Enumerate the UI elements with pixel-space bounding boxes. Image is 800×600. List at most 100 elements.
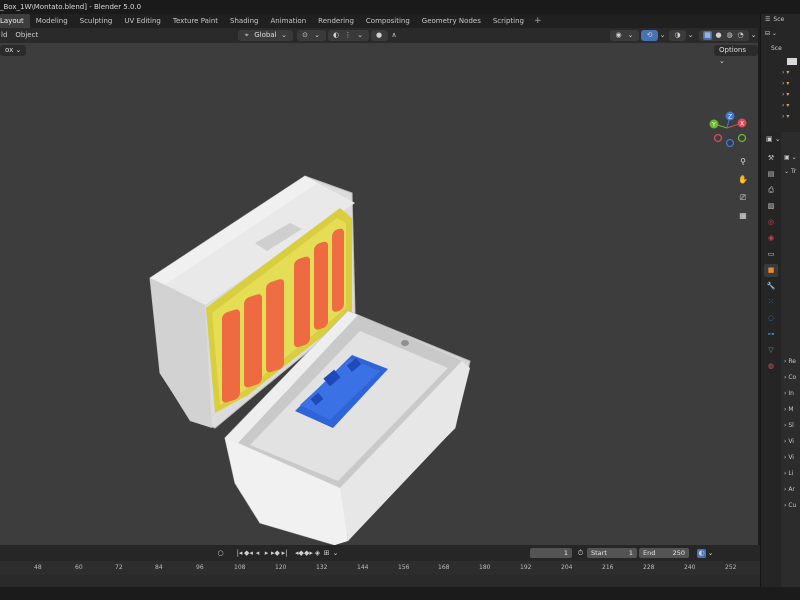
outliner-row[interactable]: › ▾ xyxy=(782,113,789,120)
chevron-down-icon[interactable]: ⌄ xyxy=(686,31,695,40)
stopwatch-icon[interactable]: ⏱ xyxy=(576,549,585,558)
play-reverse-icon[interactable]: ◂ xyxy=(253,549,262,558)
add-menu[interactable]: ld xyxy=(0,30,11,41)
ruler-tick: 84 xyxy=(155,564,163,571)
start-frame-field[interactable]: Start 1 xyxy=(587,548,637,558)
scene-collection-row[interactable]: Sce xyxy=(771,45,782,52)
jump-keyframe-forward-icon[interactable]: ▸◆ xyxy=(271,549,280,558)
3d-viewport[interactable]: ox ⌄ Options ⌄ Z Y X ⚲ ✋ ⎚ ▦ xyxy=(0,43,758,545)
tab-scripting[interactable]: Scripting xyxy=(487,14,530,28)
camera-icon[interactable]: ⎚ xyxy=(736,191,750,205)
prop-section[interactable]: › Li xyxy=(784,470,793,477)
collection-tab-icon[interactable]: ▭ xyxy=(764,248,778,261)
modifier-tab-icon[interactable]: 🔧 xyxy=(764,280,778,293)
outliner-row[interactable]: › ▾ xyxy=(782,80,789,87)
scene-label: Sce xyxy=(773,16,785,23)
object-menu[interactable]: Object xyxy=(11,30,42,41)
transform-orientation-dropdown[interactable]: ⌖ Global ⌄ xyxy=(238,30,293,41)
snap-target-icon: ⋮ xyxy=(344,31,352,39)
tab-layout[interactable]: Layout xyxy=(0,14,30,28)
tab-compositing[interactable]: Compositing xyxy=(360,14,416,28)
overlay-toggle[interactable]: ◑ xyxy=(669,30,686,41)
play-icon[interactable]: ▸ xyxy=(262,549,271,558)
chevron-down-icon[interactable]: ⌄ xyxy=(658,31,667,40)
falloff-icon[interactable]: ∧ xyxy=(390,31,399,40)
chevron-down-icon[interactable]: ⌄ xyxy=(706,549,715,558)
visibility-dropdown[interactable]: ◉ ⌄ xyxy=(610,30,639,41)
keyframe-prev-icon[interactable]: ◂◆ xyxy=(295,549,304,558)
object-name-icon[interactable]: ▣ ⌄ xyxy=(784,154,798,162)
playback-settings-icon[interactable]: ◐ xyxy=(697,548,706,558)
zoom-icon[interactable]: ⚲ xyxy=(736,155,750,169)
keyframe-next-icon[interactable]: ◆▸ xyxy=(304,549,313,558)
properties-editor-icon[interactable]: ▣ ⌄ xyxy=(766,135,781,143)
proportional-edit-toggle[interactable]: ● xyxy=(370,30,388,41)
prop-section-header[interactable]: ⌄ Tr xyxy=(784,168,796,175)
outliner-editor-icon[interactable]: ☰ xyxy=(765,16,770,23)
navigation-gizmo[interactable]: Z Y X xyxy=(702,108,752,153)
prop-section[interactable]: › Ar xyxy=(784,486,795,493)
tab-animation[interactable]: Animation xyxy=(264,14,312,28)
timeline-body[interactable] xyxy=(0,575,760,587)
jump-start-icon[interactable]: |◂ xyxy=(235,549,244,558)
chevron-down-icon[interactable]: ⌄ xyxy=(749,31,758,40)
tab-shading[interactable]: Shading xyxy=(224,14,264,28)
render-tab-icon[interactable]: ▤ xyxy=(764,168,778,181)
gizmo-toggle[interactable]: ⟲ xyxy=(641,30,658,41)
orientation-label: Global xyxy=(254,31,277,39)
prop-section-label: Cu xyxy=(788,502,797,509)
solid-shading-icon[interactable]: ● xyxy=(714,31,723,40)
physics-tab-icon[interactable]: ◌ xyxy=(764,312,778,325)
collection-checkbox[interactable] xyxy=(787,58,797,65)
tab-texture-paint[interactable]: Texture Paint xyxy=(167,14,224,28)
scene-tab-icon[interactable]: ◎ xyxy=(764,216,778,229)
rendered-shading-icon[interactable]: ◔ xyxy=(736,31,745,40)
constraints-tab-icon[interactable]: ⊶ xyxy=(764,328,778,341)
prop-section[interactable]: › Sl xyxy=(784,422,794,429)
wireframe-icon[interactable]: ▦ xyxy=(703,31,712,40)
pivot-dropdown[interactable]: ⊙ ⌄ xyxy=(296,30,326,41)
grid-view-icon[interactable]: ▦ xyxy=(736,209,750,223)
world-tab-icon[interactable]: ◉ xyxy=(764,232,778,245)
keyframe-insert-icon[interactable]: ◈ xyxy=(313,549,322,558)
timeline-ruler[interactable]: 48 60 72 84 96 108 120 132 144 156 168 1… xyxy=(0,561,760,575)
tool-tab-icon[interactable]: ⚒ xyxy=(764,152,778,165)
chevron-down-icon: ⌄ xyxy=(281,31,287,39)
keying-set-icon[interactable]: ⊞ xyxy=(322,549,331,558)
material-preview-icon[interactable]: ◍ xyxy=(725,31,734,40)
outliner-row[interactable]: › ▾ xyxy=(782,69,789,76)
material-tab-icon[interactable]: ◍ xyxy=(764,360,778,373)
tab-sculpting[interactable]: Sculpting xyxy=(74,14,119,28)
prop-section[interactable]: › Cu xyxy=(784,502,796,509)
add-workspace-button[interactable]: + xyxy=(530,16,546,26)
hand-pan-icon[interactable]: ✋ xyxy=(736,173,750,187)
data-tab-icon[interactable]: ▽ xyxy=(764,344,778,357)
end-frame-field[interactable]: End 250 xyxy=(639,548,689,558)
prop-section[interactable]: › Vi xyxy=(784,454,794,461)
jump-keyframe-back-icon[interactable]: ◆◂ xyxy=(244,549,253,558)
snap-toggle[interactable]: ◐ ⋮ ⌄ xyxy=(327,30,369,41)
jump-end-icon[interactable]: ▸| xyxy=(280,549,289,558)
tab-geometry-nodes[interactable]: Geometry Nodes xyxy=(416,14,487,28)
output-tab-icon[interactable]: ⎙ xyxy=(764,184,778,197)
tab-uv-editing[interactable]: UV Editing xyxy=(118,14,167,28)
outliner-filter-icon[interactable]: ⊟ ⌄ xyxy=(765,30,777,37)
prop-section[interactable]: › Re xyxy=(784,358,796,365)
scene-model[interactable] xyxy=(0,43,758,545)
particles-tab-icon[interactable]: ⁙ xyxy=(764,296,778,309)
chevron-down-icon[interactable]: ⌄ xyxy=(331,549,340,558)
current-frame-field[interactable]: 1 xyxy=(530,548,572,558)
prop-section[interactable]: › Vi xyxy=(784,438,794,445)
timeline-header: ○ |◂ ◆◂ ◂ ▸ ▸◆ ▸| ◂◆ ◆▸ ◈ ⊞ ⌄ 1 ⏱ Start … xyxy=(0,545,760,561)
view-layer-tab-icon[interactable]: ▨ xyxy=(764,200,778,213)
viewport-header: ld Object ⌖ Global ⌄ ⊙ ⌄ ◐ ⋮ ⌄ ● ∧ ◉ ⌄ ⟲… xyxy=(0,28,758,43)
record-icon[interactable]: ○ xyxy=(216,549,225,558)
prop-section[interactable]: › Co xyxy=(784,374,796,381)
outliner-row[interactable]: › ▾ xyxy=(782,91,789,98)
prop-section[interactable]: › M xyxy=(784,406,794,413)
object-tab-icon[interactable]: ■ xyxy=(764,264,778,277)
tab-modeling[interactable]: Modeling xyxy=(30,14,74,28)
tab-rendering[interactable]: Rendering xyxy=(312,14,360,28)
prop-section[interactable]: › In xyxy=(784,390,794,397)
outliner-row[interactable]: › ▾ xyxy=(782,102,789,109)
